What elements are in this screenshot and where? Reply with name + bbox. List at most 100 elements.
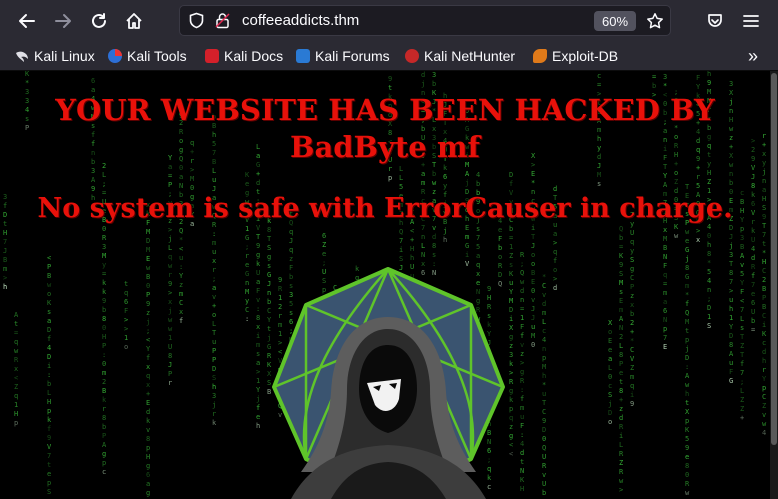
- matrix-glyph: Q: [399, 228, 403, 236]
- matrix-glyph: u: [212, 248, 216, 256]
- matrix-glyph: 8: [685, 264, 689, 272]
- matrix-glyph: 4: [751, 245, 755, 253]
- matrix-glyph: 8: [267, 226, 271, 234]
- matrix-glyph: 5: [696, 182, 700, 190]
- matrix-glyph: 0: [685, 471, 689, 479]
- matrix-glyph: g: [509, 432, 513, 440]
- zoom-level-button[interactable]: 60%: [594, 11, 636, 31]
- bookmark-kali-linux[interactable]: Kali Linux: [15, 46, 95, 66]
- matrix-glyph: J: [531, 242, 535, 250]
- matrix-glyph: D: [707, 304, 711, 312]
- matrix-glyph: 8: [729, 341, 733, 349]
- matrix-glyph: 9: [685, 444, 689, 452]
- bookmarks-overflow-button[interactable]: »: [748, 46, 758, 66]
- matrix-glyph: o: [498, 253, 502, 261]
- bookmark-kali-forums[interactable]: Kali Forums: [296, 46, 390, 66]
- matrix-glyph: >: [509, 369, 513, 377]
- matrix-glyph: v: [542, 471, 546, 479]
- page-info-icon[interactable]: [214, 12, 231, 29]
- matrix-glyph: i: [47, 362, 51, 370]
- matrix-glyph: s: [509, 261, 513, 269]
- page-scrollbar[interactable]: [770, 71, 778, 499]
- matrix-glyph: H: [762, 258, 766, 266]
- matrix-glyph: C: [542, 408, 546, 416]
- matrix-glyph: 0: [531, 341, 535, 349]
- matrix-glyph: J: [751, 173, 755, 181]
- matrix-glyph: :: [47, 371, 51, 379]
- matrix-glyph: E: [146, 255, 150, 263]
- reload-button[interactable]: [87, 9, 111, 33]
- matrix-glyph: Y: [509, 288, 514, 296]
- url-text[interactable]: coffeeaddicts.thm: [242, 12, 359, 29]
- matrix-glyph: g: [102, 450, 106, 458]
- matrix-glyph: m: [685, 282, 689, 290]
- matrix-glyph: f: [256, 404, 260, 412]
- matrix-glyph: P: [212, 356, 216, 364]
- matrix-glyph: +: [740, 414, 744, 422]
- matrix-glyph: F: [520, 422, 524, 430]
- forward-button[interactable]: [51, 9, 75, 33]
- matrix-glyph: q: [168, 253, 172, 261]
- matrix-glyph: u: [179, 254, 183, 262]
- matrix-glyph: 7: [399, 237, 403, 245]
- matrix-glyph: 0: [102, 360, 106, 368]
- matrix-glyph: <: [740, 297, 744, 305]
- back-button[interactable]: [15, 9, 39, 33]
- matrix-glyph: u: [509, 279, 513, 287]
- matrix-glyph: q: [630, 238, 634, 246]
- matrix-glyph: S: [619, 270, 623, 278]
- matrix-glyph: Y: [762, 375, 767, 383]
- matrix-glyph: i: [509, 315, 513, 323]
- matrix-glyph: G: [465, 242, 469, 250]
- matrix-glyph: A: [663, 181, 668, 189]
- matrix-glyph: 0: [542, 435, 546, 443]
- matrix-glyph: 5: [707, 268, 711, 276]
- matrix-glyph: J: [531, 314, 535, 322]
- matrix-glyph: r: [102, 405, 106, 413]
- matrix-glyph: k: [509, 360, 514, 368]
- matrix-glyph: G: [245, 234, 249, 242]
- matrix-glyph: k: [47, 416, 52, 424]
- bookmark-kali-tools[interactable]: Kali Tools: [108, 46, 187, 66]
- matrix-glyph: j: [465, 179, 469, 187]
- matrix-glyph: C: [762, 393, 766, 401]
- matrix-glyph: m: [256, 341, 260, 349]
- matrix-glyph: H: [14, 410, 18, 418]
- matrix-glyph: F: [256, 287, 260, 295]
- matrix-glyph: d: [619, 414, 623, 422]
- chevrons-right-icon: »: [748, 45, 759, 66]
- matrix-glyph: L: [212, 320, 216, 328]
- matrix-glyph: r: [212, 410, 216, 418]
- matrix-glyph: 0: [102, 324, 106, 332]
- matrix-glyph: 9: [619, 261, 623, 269]
- address-bar[interactable]: coffeeaddicts.thm 60%: [179, 5, 671, 36]
- matrix-glyph: ;: [146, 327, 150, 335]
- bookmark-star-icon[interactable]: [646, 12, 664, 30]
- bookmark-kali-nethunter[interactable]: Kali NetHunter: [405, 46, 515, 66]
- bookmark-kali-docs[interactable]: Kali Docs: [205, 46, 283, 66]
- matrix-glyph: 6: [751, 299, 755, 307]
- matrix-glyph: j: [729, 242, 733, 250]
- matrix-glyph: H: [47, 398, 51, 406]
- matrix-glyph: N: [520, 467, 524, 475]
- matrix-glyph: Z: [509, 252, 513, 260]
- scrollbar-thumb[interactable]: [771, 73, 777, 445]
- matrix-glyph: q: [146, 372, 150, 380]
- home-button[interactable]: [122, 9, 146, 33]
- matrix-glyph: 7: [476, 234, 480, 242]
- app-menu-button[interactable]: [739, 9, 763, 33]
- bookmark-label: Kali NetHunter: [424, 48, 516, 64]
- pocket-button[interactable]: [703, 9, 727, 33]
- matrix-glyph: S: [267, 244, 271, 252]
- matrix-glyph: 8: [102, 315, 106, 323]
- matrix-glyph: a: [421, 170, 425, 178]
- matrix-glyph: A: [102, 441, 107, 449]
- shield-icon[interactable]: [188, 12, 205, 29]
- bookmark-label: Kali Tools: [127, 48, 187, 64]
- matrix-glyph: C: [179, 299, 183, 307]
- bookmark-exploit-db[interactable]: Exploit-DB: [533, 46, 618, 66]
- matrix-glyph: L: [619, 441, 623, 449]
- matrix-glyph: Y: [696, 83, 701, 91]
- matrix-glyph: F: [520, 323, 524, 331]
- matrix-glyph: j: [762, 168, 766, 176]
